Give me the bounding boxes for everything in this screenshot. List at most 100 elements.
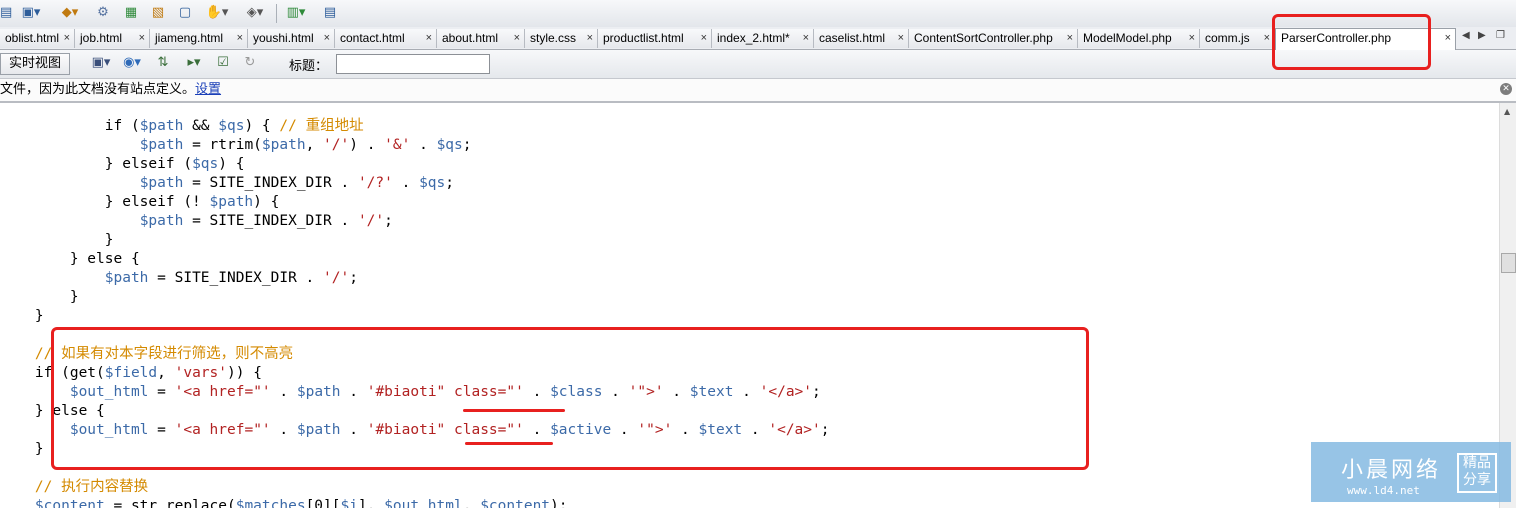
gear-icon[interactable]: ⚙ bbox=[94, 4, 112, 22]
code-token: } elseif (! bbox=[0, 194, 210, 210]
multiscreen-icon[interactable]: ▣▾ bbox=[88, 54, 114, 72]
tab-style[interactable]: style.css × bbox=[525, 29, 598, 48]
code-token: '/' bbox=[357, 213, 385, 229]
code-token: $path bbox=[209, 194, 254, 210]
setup-link[interactable]: 设置 bbox=[195, 82, 221, 97]
code-line[interactable]: $path = rtrim($path, '/') . '&' . $qs; bbox=[0, 136, 829, 155]
code-token: ; bbox=[445, 175, 455, 191]
tab-label: comm.js bbox=[1205, 31, 1250, 45]
code-token: . bbox=[392, 175, 420, 191]
code-token: $content bbox=[34, 498, 105, 508]
code-token: $matches bbox=[235, 498, 306, 508]
close-icon[interactable]: × bbox=[587, 29, 593, 48]
tab-label: about.html bbox=[442, 31, 499, 45]
code-token: if ( bbox=[0, 118, 140, 134]
page-icon[interactable]: ▥▾ bbox=[283, 4, 309, 22]
code-line[interactable]: } else { bbox=[0, 250, 829, 269]
code-line[interactable]: $content = str_replace($matches[0][$i], … bbox=[0, 497, 829, 508]
code-line[interactable]: } bbox=[0, 288, 829, 307]
close-icon[interactable]: × bbox=[898, 29, 904, 48]
tab-productlist[interactable]: productlist.html × bbox=[598, 29, 712, 48]
code-token: $path bbox=[139, 175, 184, 191]
tab-label: caselist.html bbox=[819, 31, 886, 45]
code-token: '/' bbox=[323, 270, 350, 286]
close-icon[interactable]: × bbox=[701, 29, 707, 48]
tab-job[interactable]: job.html × bbox=[75, 29, 150, 48]
tab-about[interactable]: about.html × bbox=[437, 29, 525, 48]
close-icon[interactable]: × bbox=[237, 29, 243, 48]
tab-index-2[interactable]: index_2.html* × bbox=[712, 29, 814, 48]
code-token: } else { bbox=[0, 251, 140, 267]
code-token: ], bbox=[357, 498, 385, 508]
browser-preview-icon[interactable]: ◉▾ bbox=[121, 54, 143, 72]
comment-icon[interactable]: ▤ bbox=[320, 4, 340, 22]
hand-icon[interactable]: ✋▾ bbox=[203, 4, 231, 22]
file-icon[interactable]: ▧ bbox=[149, 4, 167, 22]
tab-label: style.css bbox=[530, 31, 577, 45]
close-icon[interactable]: ✕ bbox=[1500, 83, 1512, 95]
watermark-url: www.ld4.net bbox=[1347, 484, 1420, 497]
close-icon[interactable]: × bbox=[139, 29, 145, 48]
code-line[interactable]: } elseif ($qs) { bbox=[0, 155, 829, 174]
code-token: ); bbox=[550, 498, 568, 508]
scroll-thumb[interactable] bbox=[1501, 253, 1516, 273]
code-line[interactable]: $path = SITE_INDEX_DIR . '/'; bbox=[0, 269, 829, 288]
tab-contact[interactable]: contact.html × bbox=[335, 29, 437, 48]
close-icon[interactable]: × bbox=[426, 29, 432, 48]
restore-window-icon[interactable]: ❐ bbox=[1496, 30, 1505, 41]
layout-icon[interactable]: ▤ bbox=[0, 4, 12, 22]
code-token: } bbox=[0, 232, 114, 248]
tab-comm[interactable]: comm.js × bbox=[1200, 29, 1275, 48]
tab-scroll-left-icon[interactable]: ◀ bbox=[1462, 30, 1470, 41]
code-line[interactable]: } bbox=[0, 231, 829, 250]
watermark: 小晨网络 www.ld4.net 精品 分享 bbox=[1311, 442, 1511, 502]
validate-icon[interactable]: ☑ bbox=[212, 54, 234, 72]
tab-label: jiameng.html bbox=[155, 31, 224, 45]
debug-icon[interactable]: ▸▾ bbox=[182, 54, 206, 72]
code-token: ; bbox=[384, 213, 393, 229]
title-input[interactable] bbox=[336, 54, 490, 74]
tab-contentsortcontroller[interactable]: ContentSortController.php × bbox=[909, 29, 1078, 48]
close-icon[interactable]: × bbox=[803, 29, 809, 48]
preview-icon[interactable]: ▢ bbox=[176, 4, 194, 22]
tab-oblist[interactable]: oblist.html × bbox=[0, 29, 75, 48]
scroll-up-icon[interactable]: ▲ bbox=[1504, 107, 1510, 116]
close-icon[interactable]: × bbox=[64, 29, 70, 48]
tab-label: oblist.html bbox=[5, 31, 60, 45]
code-line[interactable]: if ($path && $qs) { // 重组地址 bbox=[0, 117, 829, 136]
close-icon[interactable]: × bbox=[324, 29, 330, 48]
code-token: = SITE_INDEX_DIR . bbox=[183, 175, 358, 191]
code-line[interactable]: $path = SITE_INDEX_DIR . '/?' . $qs; bbox=[0, 174, 829, 193]
tab-jiameng[interactable]: jiameng.html × bbox=[150, 29, 248, 48]
tab-youshi[interactable]: youshi.html × bbox=[248, 29, 335, 48]
code-token: '/' bbox=[323, 137, 350, 153]
code-token: } bbox=[0, 289, 79, 305]
eye-icon[interactable]: ◈▾ bbox=[240, 4, 270, 22]
tab-scroll-right-icon[interactable]: ▶ bbox=[1478, 30, 1486, 41]
tab-caselist[interactable]: caselist.html × bbox=[814, 29, 909, 48]
badge-line2: 分享 bbox=[1463, 472, 1491, 488]
code-line[interactable]: } elseif (! $path) { bbox=[0, 193, 829, 212]
highlight-box-active-tab bbox=[1272, 14, 1431, 70]
badge-line1: 精品 bbox=[1463, 455, 1491, 471]
calendar-icon[interactable]: ▦ bbox=[122, 4, 140, 22]
assets-icon[interactable]: ◆▾ bbox=[56, 4, 84, 22]
code-line[interactable]: // 执行内容替换 bbox=[0, 478, 829, 497]
refresh-icon[interactable]: ↻ bbox=[241, 54, 259, 72]
code-token: = str_replace( bbox=[104, 498, 236, 508]
close-icon[interactable]: × bbox=[1264, 29, 1270, 48]
close-icon[interactable]: × bbox=[1067, 29, 1073, 48]
close-icon[interactable]: × bbox=[1189, 29, 1195, 48]
close-icon[interactable]: × bbox=[514, 29, 520, 48]
code-line[interactable]: $path = SITE_INDEX_DIR . '/'; bbox=[0, 212, 829, 231]
realtime-view-button[interactable]: 实时视图 bbox=[0, 53, 70, 75]
insert-icon[interactable]: ▣▾ bbox=[18, 4, 44, 22]
code-line[interactable]: } bbox=[0, 307, 829, 326]
code-token: '&' bbox=[384, 137, 411, 153]
close-icon[interactable]: × bbox=[1445, 29, 1451, 48]
file-transfer-icon[interactable]: ⇅ bbox=[151, 54, 175, 72]
tab-modelmodel[interactable]: ModelModel.php × bbox=[1078, 29, 1200, 48]
code-token: $qs bbox=[419, 175, 446, 191]
